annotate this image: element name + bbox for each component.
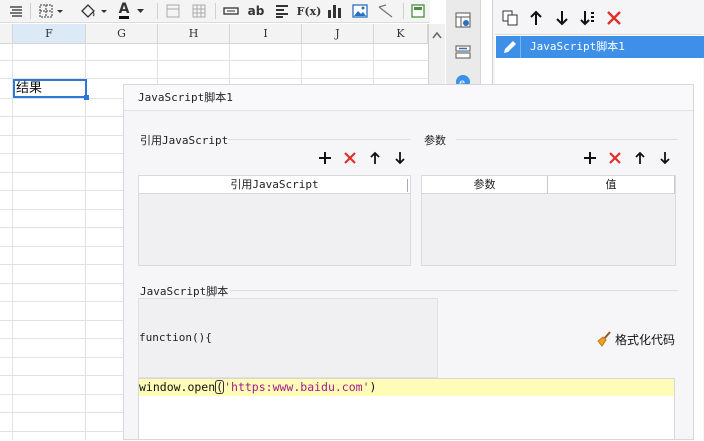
column-header-i[interactable]: I: [230, 24, 302, 44]
scroll-up-icon[interactable]: [429, 28, 445, 44]
format-code-button[interactable]: 格式化代码: [596, 330, 675, 348]
broom-icon: [597, 331, 611, 347]
event-item-selected[interactable]: JavaScript脚本1: [496, 36, 704, 58]
insert-bar-icon[interactable]: [222, 3, 240, 19]
arrow-down-icon[interactable]: [554, 10, 570, 26]
selected-cell[interactable]: 结果: [13, 79, 87, 98]
code-line[interactable]: window.open('https:www.baidu.com'): [139, 379, 376, 396]
ref-move-down-icon[interactable]: [392, 150, 408, 166]
column-header-f[interactable]: F: [13, 24, 86, 44]
chart-icon[interactable]: [326, 3, 344, 19]
column-header-k[interactable]: K: [374, 24, 428, 44]
fill-handle[interactable]: [84, 95, 89, 100]
ref-add-icon[interactable]: [317, 150, 333, 166]
script-section-title: JavaScript脚本: [140, 285, 229, 298]
code-function-name: window.open: [139, 380, 216, 394]
params-section-divider: [456, 139, 678, 140]
font-color-icon[interactable]: A: [116, 1, 150, 19]
sort-down-icon[interactable]: [580, 10, 596, 26]
text-ab-label: ab: [247, 4, 265, 18]
ref-section-divider: [228, 139, 410, 140]
fill-color-icon[interactable]: [79, 3, 109, 19]
column-header-h[interactable]: H: [158, 24, 230, 44]
form-icon[interactable]: [410, 3, 426, 19]
code-open-paren: (: [215, 380, 225, 394]
text-ab-icon[interactable]: ab: [247, 3, 265, 19]
edit-pencil-icon[interactable]: [502, 39, 518, 55]
toolbar: A ab F(x): [0, 0, 430, 23]
border-icon[interactable]: [38, 3, 66, 19]
params-table[interactable]: 参数 值: [421, 175, 676, 266]
font-color-letter: A: [118, 1, 130, 19]
cell-properties-icon[interactable]: [455, 12, 471, 28]
dialog-title: JavaScript脚本1: [124, 85, 693, 111]
copy-icon[interactable]: [502, 10, 518, 26]
ref-table-header[interactable]: 引用JavaScript: [139, 176, 410, 194]
script-section-divider: [230, 290, 678, 291]
align-icon[interactable]: [8, 3, 24, 19]
params-col-name[interactable]: 参数: [422, 176, 548, 194]
column-header-j[interactable]: J: [302, 24, 374, 44]
formula-icon[interactable]: F(x): [296, 3, 322, 19]
format-code-label: 格式化代码: [615, 332, 676, 347]
param-add-icon[interactable]: [582, 150, 598, 166]
merge-icon[interactable]: [165, 3, 181, 19]
image-icon[interactable]: [351, 3, 369, 19]
arrow-up-icon[interactable]: [528, 10, 544, 26]
param-move-down-icon[interactable]: [657, 150, 673, 166]
code-string: 'https:www.baidu.com': [224, 380, 370, 394]
row-header-corner: [0, 24, 13, 44]
ref-move-up-icon[interactable]: [367, 150, 383, 166]
column-header-g[interactable]: G: [86, 24, 158, 44]
widget-properties-icon[interactable]: [455, 44, 471, 60]
formula-label: F(x): [296, 4, 322, 18]
event-item-label: JavaScript脚本1: [530, 40, 625, 53]
ref-delete-icon[interactable]: [342, 150, 358, 166]
params-col-value[interactable]: 值: [548, 176, 675, 194]
align-left-icon[interactable]: [274, 3, 290, 19]
ref-section-title: 引用JavaScript: [140, 134, 229, 147]
slash-icon[interactable]: [377, 3, 395, 19]
param-delete-icon[interactable]: [607, 150, 623, 166]
ref-table[interactable]: 引用JavaScript: [138, 175, 411, 266]
code-close-paren: ): [369, 380, 377, 394]
function-header: function(){: [139, 331, 212, 344]
params-section-title: 参数: [424, 134, 446, 147]
table-icon[interactable]: [191, 3, 207, 19]
param-move-up-icon[interactable]: [632, 150, 648, 166]
delete-icon[interactable]: [606, 10, 622, 26]
